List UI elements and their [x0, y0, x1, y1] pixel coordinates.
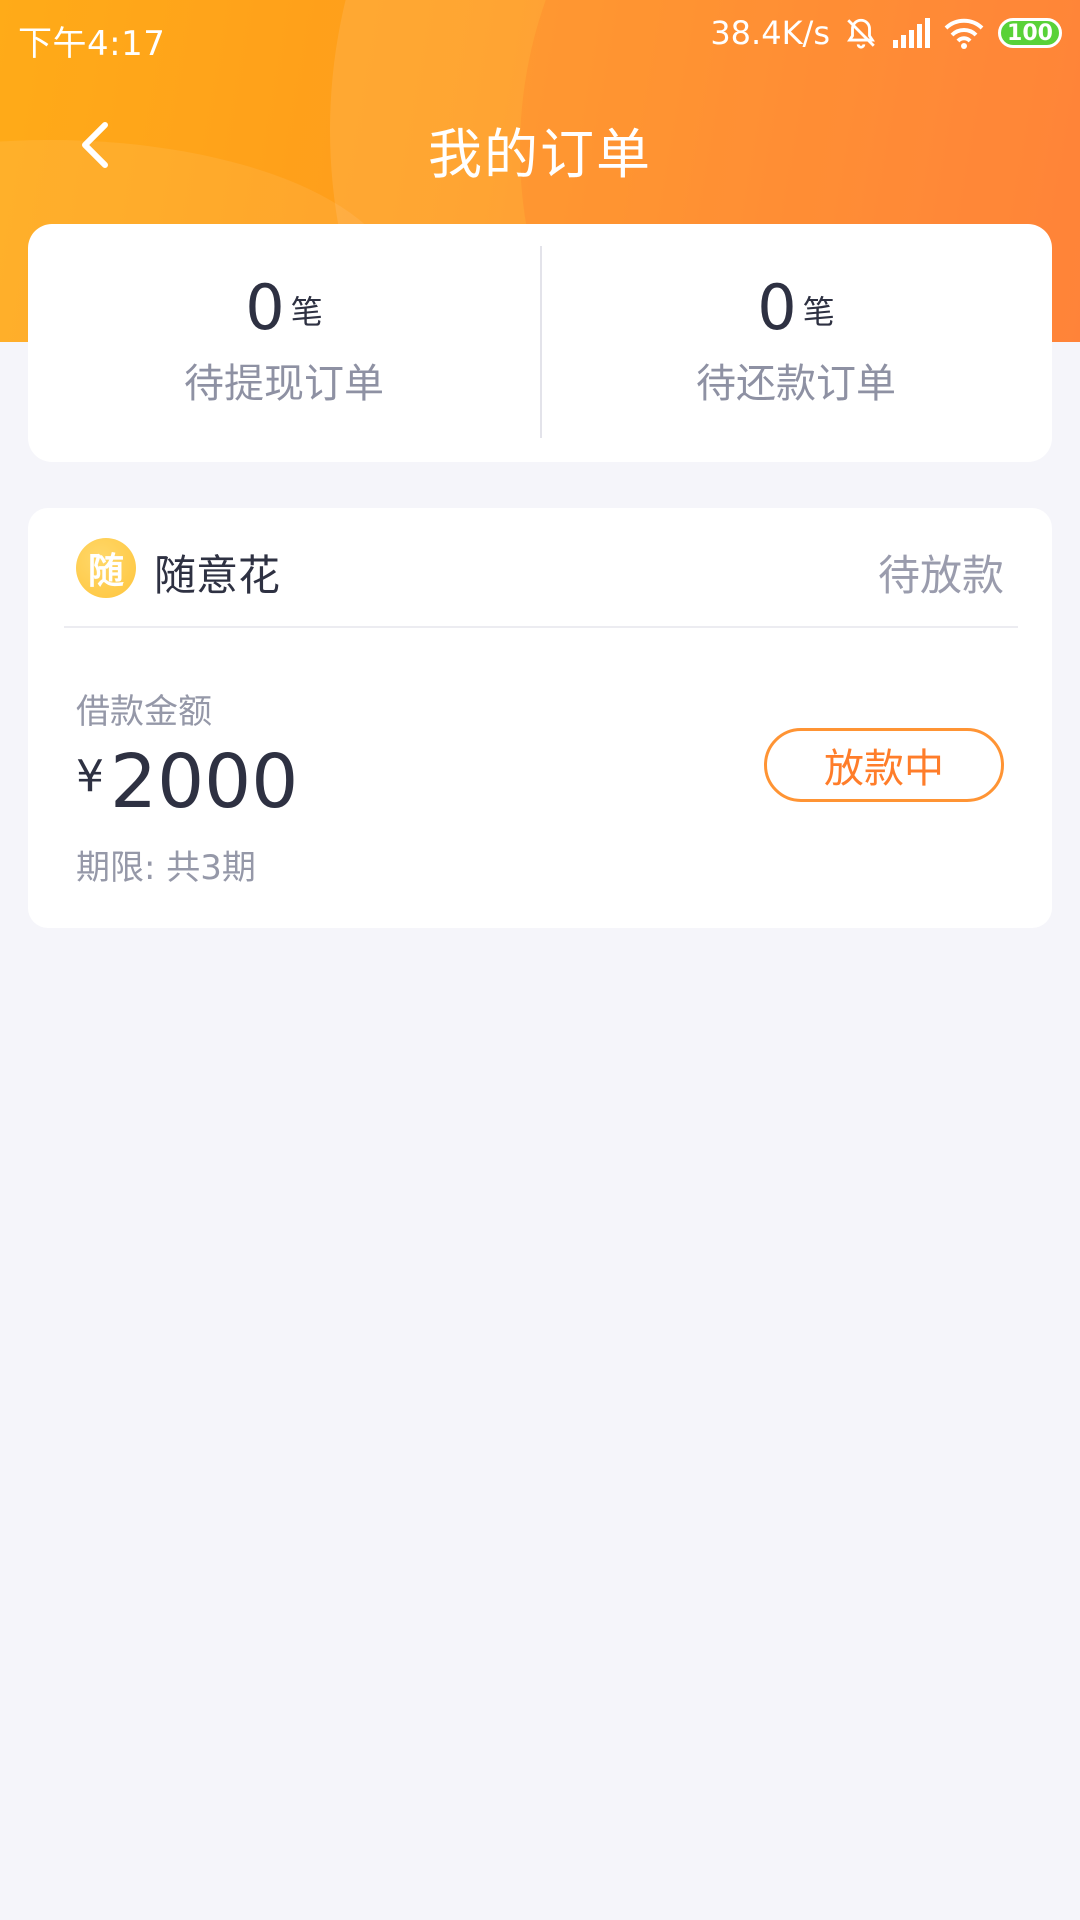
status-bar: 下午4:17 38.4K/s 100 [0, 0, 1080, 76]
pending-withdraw-count: 0 [245, 271, 285, 344]
summary-divider [540, 246, 542, 438]
loan-term: 期限: 共3期 [76, 848, 256, 888]
nav-bar: 我的订单 [0, 96, 1080, 192]
brand-logo: 随 [76, 538, 136, 598]
signal-icon [892, 18, 930, 48]
pending-withdraw-label: 待提现订单 [184, 361, 384, 407]
pending-repay-count: 0 [757, 271, 797, 344]
loan-amount-line: ¥ 2000 [76, 740, 298, 824]
alarm-off-icon [844, 16, 878, 50]
pending-withdraw-count-line: 0 笔 [245, 277, 322, 339]
pending-repay-unit: 笔 [802, 293, 835, 331]
pending-repay-count-line: 0 笔 [757, 277, 834, 339]
status-time: 下午4:17 [18, 24, 166, 64]
pending-repay-label: 待还款订单 [696, 361, 896, 407]
status-indicators: 38.4K/s 100 [710, 14, 1062, 52]
loan-amount-value: 2000 [110, 739, 299, 825]
header-divider [64, 626, 1018, 628]
order-card[interactable]: 随 随意花 待放款 借款金额 ¥ 2000 期限: 共3期 放款中 [28, 508, 1052, 928]
order-status: 待放款 [877, 551, 1004, 600]
order-card-header: 随 随意花 待放款 [28, 508, 1052, 628]
pending-withdraw-unit: 笔 [290, 293, 323, 331]
loan-amount-label: 借款金额 [76, 692, 212, 732]
brand-logo-char: 随 [87, 551, 124, 592]
network-speed: 38.4K/s [710, 14, 830, 52]
order-summary-card: 0 笔 待提现订单 0 笔 待还款订单 [28, 224, 1052, 462]
battery-level: 100 [1007, 20, 1053, 46]
wifi-icon [944, 17, 984, 49]
pending-withdraw-summary[interactable]: 0 笔 待提现订单 [28, 224, 540, 462]
battery-icon: 100 [998, 18, 1062, 48]
pending-repay-summary[interactable]: 0 笔 待还款订单 [540, 224, 1052, 462]
screen: 下午4:17 38.4K/s 100 我的订单 0 笔 待提现订单 0 笔 待还… [0, 0, 1080, 1920]
currency-symbol: ¥ [76, 751, 104, 802]
brand-name: 随意花 [154, 551, 281, 600]
page-title: 我的订单 [428, 123, 652, 186]
disbursing-status-button[interactable]: 放款中 [764, 728, 1004, 802]
